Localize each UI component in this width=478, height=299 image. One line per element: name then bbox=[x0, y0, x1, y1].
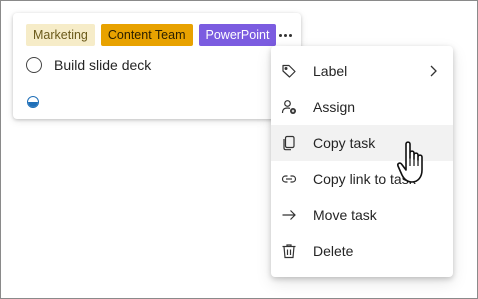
menu-item-assign[interactable]: Assign bbox=[271, 89, 453, 125]
menu-item-text: Copy task bbox=[313, 135, 376, 151]
menu-item-text: Label bbox=[313, 63, 348, 79]
assign-person-icon bbox=[280, 98, 298, 116]
menu-item-delete[interactable]: Delete bbox=[271, 233, 453, 269]
complete-task-checkbox[interactable] bbox=[26, 57, 42, 73]
menu-item-move-task[interactable]: Move task bbox=[271, 197, 453, 233]
menu-item-text: Move task bbox=[313, 207, 377, 223]
copy-icon bbox=[280, 134, 298, 152]
more-dot-icon bbox=[278, 33, 282, 37]
task-title[interactable]: Build slide deck bbox=[54, 57, 151, 73]
label-powerpoint: PowerPoint bbox=[198, 24, 277, 46]
trash-icon bbox=[280, 242, 298, 260]
task-card[interactable]: Marketing Content Team PowerPoint Build … bbox=[13, 13, 301, 119]
task-title-row: Build slide deck bbox=[26, 57, 151, 73]
task-labels: Marketing Content Team PowerPoint bbox=[26, 24, 277, 46]
more-options-button[interactable] bbox=[275, 26, 295, 44]
more-dot-icon bbox=[283, 33, 287, 37]
chevron-right-icon bbox=[430, 65, 437, 77]
link-icon bbox=[280, 170, 298, 188]
menu-item-text: Delete bbox=[313, 243, 354, 259]
hand-pointer-cursor-icon bbox=[397, 141, 423, 183]
label-content-team: Content Team bbox=[100, 24, 193, 46]
progress-fill bbox=[28, 102, 38, 107]
menu-item-text: Assign bbox=[313, 99, 356, 115]
arrow-right-icon bbox=[280, 206, 298, 224]
more-dot-icon bbox=[288, 33, 292, 37]
label-marketing: Marketing bbox=[26, 24, 95, 46]
menu-item-label[interactable]: Label bbox=[271, 53, 453, 89]
half-filled-circle-icon[interactable] bbox=[27, 96, 39, 108]
tag-icon bbox=[280, 62, 298, 80]
